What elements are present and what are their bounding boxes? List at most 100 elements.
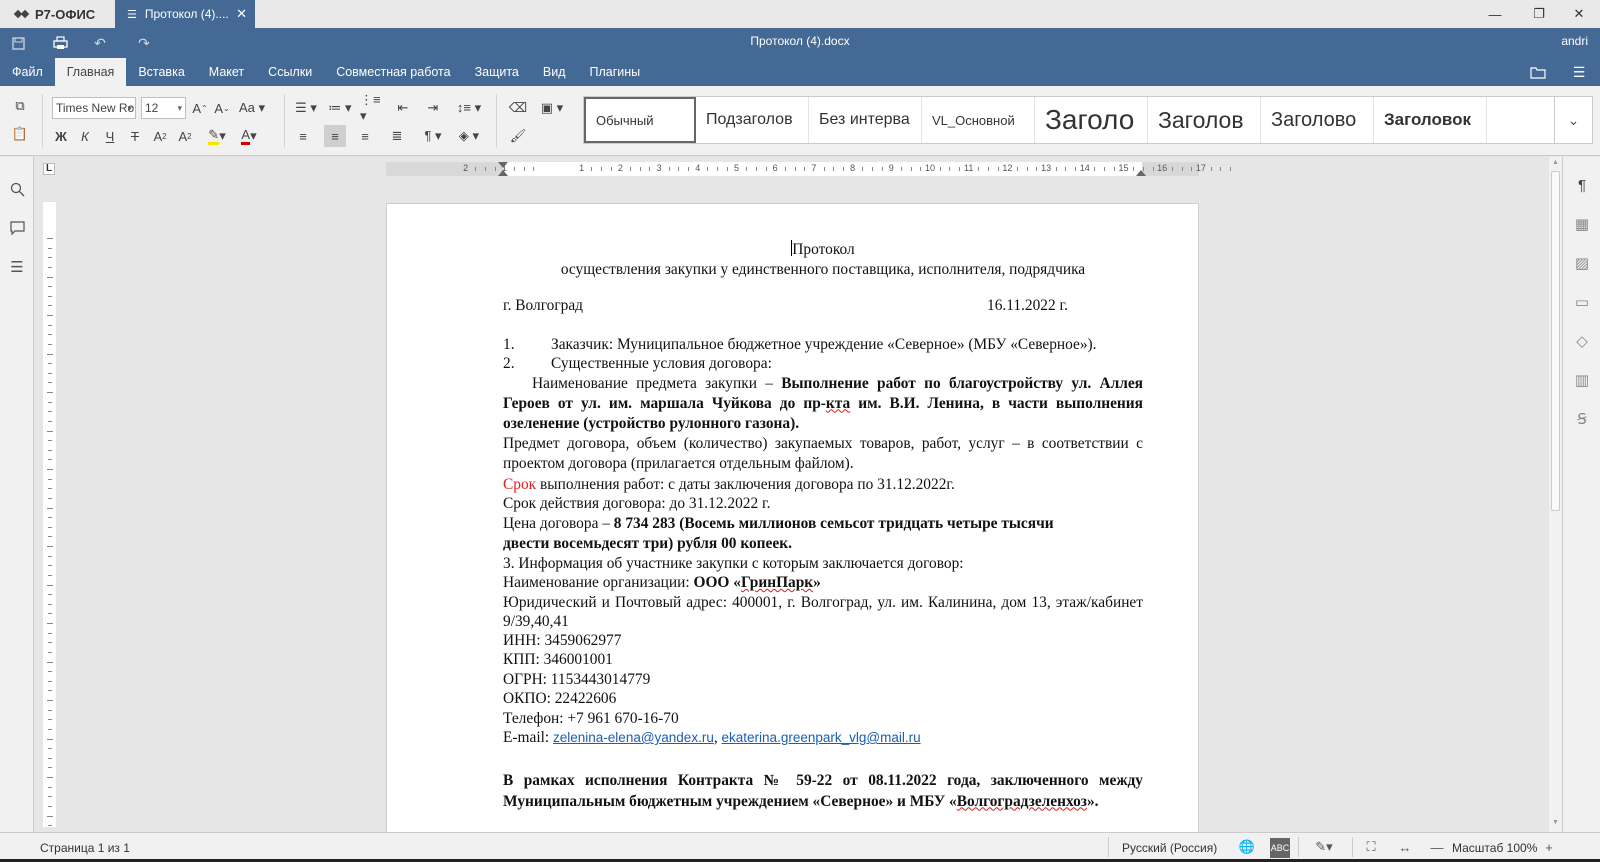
align-right-icon[interactable]: ≡ [356, 126, 374, 146]
decrease-font-icon[interactable]: A ⌄ [214, 98, 230, 118]
style-heading-3[interactable]: Заголово [1261, 97, 1374, 143]
style-no-spacing[interactable]: Без интерва [809, 97, 922, 143]
align-center-icon[interactable]: ≡ [324, 125, 346, 147]
globe-icon[interactable]: 🌐 [1238, 839, 1256, 855]
scroll-thumb[interactable] [1551, 171, 1560, 511]
style-heading-4[interactable]: Заголовок [1374, 97, 1487, 143]
email-link-1[interactable]: zelenina-elena@yandex.ru [553, 730, 714, 745]
menu-file[interactable]: Файл [0, 58, 55, 86]
menu-references[interactable]: Ссылки [256, 58, 324, 86]
paragraph-shading-icon[interactable]: ◈ ▾ [454, 126, 484, 146]
menu-collaboration[interactable]: Совместная работа [324, 58, 462, 86]
menu-insert[interactable]: Вставка [126, 58, 196, 86]
header-footer-icon[interactable]: ▭ [1572, 292, 1592, 312]
menu-protection[interactable]: Защита [463, 58, 531, 86]
style-heading-1[interactable]: Заголо [1035, 97, 1148, 143]
user-name[interactable]: andri [1561, 34, 1588, 48]
numbered-list-icon[interactable]: ≔ ▾ [326, 98, 354, 118]
ruler-tick [523, 167, 525, 171]
menu-icon[interactable]: ☰ [1568, 62, 1590, 82]
ruler-tick [47, 276, 53, 278]
search-icon[interactable] [7, 179, 27, 199]
page-counter[interactable]: Страница 1 из 1 [40, 841, 130, 855]
document-page[interactable]: Протокол осуществления закупки у единств… [386, 203, 1199, 832]
comments-icon[interactable] [7, 218, 27, 238]
clear-style-icon[interactable]: ⌫ [508, 98, 528, 118]
language-select[interactable]: Русский (Россия) [1122, 841, 1217, 855]
strikethrough-icon[interactable]: Т [126, 126, 144, 146]
spellcheck-icon[interactable]: ABC [1270, 838, 1290, 858]
nonprinting-chars-icon[interactable]: ¶ ▾ [420, 126, 446, 146]
document-body[interactable]: Протокол осуществления закупки у единств… [503, 240, 1143, 812]
chevron-down-icon[interactable]: ⌄ [1554, 97, 1592, 143]
increase-font-icon[interactable]: A ⌃ [192, 98, 208, 118]
ruler-tick [48, 334, 52, 336]
open-location-icon[interactable] [1527, 62, 1549, 82]
org-line: Наименование организации: ООО «ГринПарк» [503, 574, 821, 591]
style-normal[interactable]: Обычный [584, 97, 696, 143]
close-icon[interactable]: ✕ [236, 6, 247, 22]
menu-layout[interactable]: Макет [197, 58, 256, 86]
menu-home[interactable]: Главная [54, 58, 127, 86]
horizontal-ruler[interactable]: 2 1 1 2 3 4 5 6 7 8 9 10 11 12 13 14 15 16 17 [386, 162, 1231, 176]
superscript-icon[interactable]: A2 [151, 126, 169, 146]
vertical-scrollbar[interactable]: ▲ ▼ [1549, 157, 1562, 832]
line-spacing-icon[interactable]: ↕≡ ▾ [454, 98, 484, 118]
navigation-icon[interactable]: ☰ [7, 257, 27, 277]
chart-settings-icon[interactable]: ▥ [1572, 370, 1592, 390]
paragraph-settings-icon[interactable]: ¶ [1572, 175, 1592, 195]
style-subtitle[interactable]: Подзаголов [696, 97, 809, 143]
decrease-indent-icon[interactable]: ⇤ [394, 98, 412, 118]
image-settings-icon[interactable]: ▨ [1572, 253, 1592, 273]
document-tab[interactable]: ☰ Протокол (4).... ✕ [115, 0, 255, 28]
highlight-color-icon[interactable]: ✎ ▾ [203, 126, 231, 146]
menu-view[interactable]: Вид [531, 58, 578, 86]
textart-settings-icon[interactable]: Ꞩ [1572, 409, 1592, 429]
close-window-button[interactable]: ✕ [1556, 0, 1600, 28]
ruler-tick [48, 257, 52, 259]
zoom-in-icon[interactable]: + [1540, 839, 1558, 855]
ruler-tick [494, 167, 496, 171]
right-indent-marker[interactable] [1136, 170, 1146, 176]
multilevel-list-icon[interactable]: ⋮≡ ▾ [360, 92, 388, 123]
app-logo[interactable]: Р7-ОФИС [0, 0, 115, 28]
subscript-icon[interactable]: A2 [176, 126, 194, 146]
fit-width-icon[interactable]: ↔ [1396, 839, 1414, 855]
zoom-out-icon[interactable]: — [1428, 839, 1446, 855]
style-heading-2[interactable]: Заголов [1148, 97, 1261, 143]
section-3: 3. Информация об участнике закупки с кот… [503, 554, 964, 572]
tab-stop-selector[interactable]: L [43, 163, 55, 175]
copy-style-icon[interactable]: 🖌 [508, 126, 528, 146]
align-left-icon[interactable]: ≡ [294, 126, 312, 146]
track-changes-icon[interactable]: ✎▾ [1310, 839, 1338, 855]
document-title: Протокол (4).docx [750, 34, 850, 48]
ruler-number: 17 [1195, 163, 1206, 173]
ruler-tick [48, 363, 52, 365]
underline-icon[interactable]: Ч [101, 126, 119, 146]
vertical-ruler[interactable] [43, 202, 56, 827]
font-color-icon[interactable]: A ▾ [235, 126, 263, 146]
style-vl-main[interactable]: VL_Основной [922, 97, 1035, 143]
ruler-tick [48, 372, 52, 374]
scroll-up-icon[interactable]: ▲ [1551, 159, 1560, 169]
font-size-select[interactable]: 12 ▾ [141, 97, 186, 119]
font-name-select[interactable]: Times New Ro ▾ [52, 97, 136, 119]
change-case-icon[interactable]: Aa ▾ [238, 98, 266, 118]
scroll-down-icon[interactable]: ▼ [1551, 819, 1560, 829]
increase-indent-icon[interactable]: ⇥ [424, 98, 442, 118]
email-link-2[interactable]: ekaterina.greenpark_vlg@mail.ru [722, 730, 921, 745]
copy-icon[interactable]: ⧉ [10, 96, 30, 116]
color-scheme-icon[interactable]: ▣ ▾ [538, 98, 566, 118]
fit-page-icon[interactable]: ⛶ [1362, 839, 1380, 855]
shape-settings-icon[interactable]: ◇ [1572, 331, 1592, 351]
paste-icon[interactable]: 📋 [10, 124, 30, 144]
bullet-list-icon[interactable]: ☰ ▾ [292, 98, 320, 118]
justify-icon[interactable]: ≣ [388, 126, 406, 146]
left-indent-marker[interactable] [498, 170, 508, 176]
first-indent-marker[interactable] [498, 162, 508, 168]
minimize-button[interactable]: — [1472, 0, 1518, 28]
bold-icon[interactable]: Ж [52, 126, 70, 146]
table-settings-icon[interactable]: ▦ [1572, 214, 1592, 234]
italic-icon[interactable]: К [76, 126, 94, 146]
menu-plugins[interactable]: Плагины [578, 58, 653, 86]
